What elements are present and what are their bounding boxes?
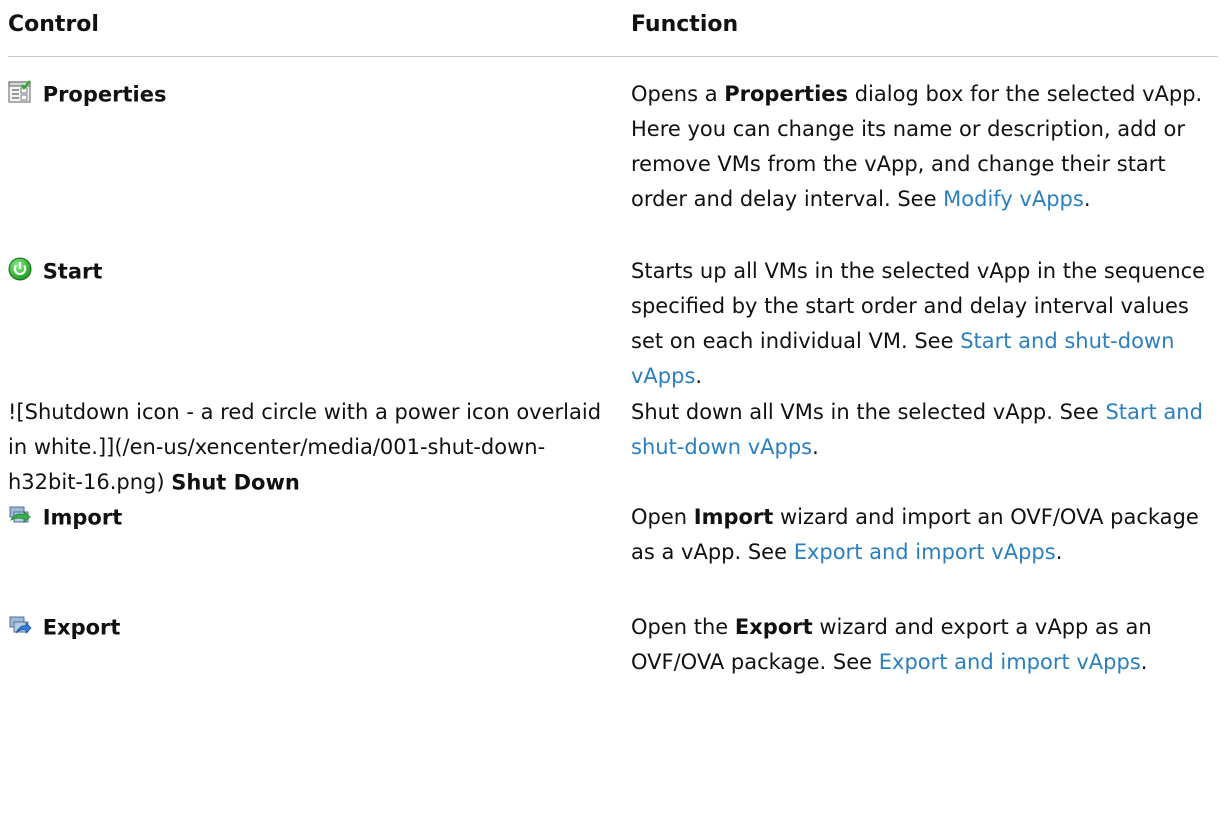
function-bold-text: Import xyxy=(693,505,774,529)
function-cell: Open Import wizard and import an OVF/OVA… xyxy=(631,500,1218,570)
function-bold-text: Properties xyxy=(724,82,849,106)
table-row: Export Open the Export wizard and export… xyxy=(8,582,1218,692)
function-text: . xyxy=(1083,187,1091,211)
control-cell: Export xyxy=(8,610,608,646)
control-cell: Import xyxy=(8,500,608,536)
controls-table: Control Function Properties Opens a Prop… xyxy=(8,0,1218,692)
start-power-icon xyxy=(8,257,32,281)
table-row: Properties Opens a Properties dialog box… xyxy=(8,57,1218,232)
import-icon xyxy=(8,503,32,527)
function-cell: Shut down all VMs in the selected vApp. … xyxy=(631,395,1218,465)
export-import-vapps-link[interactable]: Export and import vApps xyxy=(879,650,1141,674)
export-icon xyxy=(8,613,32,637)
table-row: Import Open Import wizard and import an … xyxy=(8,477,1218,582)
function-text: Shut down all VMs in the selected vApp. … xyxy=(631,400,1106,424)
table-row: Start Starts up all VMs in the selected … xyxy=(8,232,1218,388)
control-label: Export xyxy=(42,615,121,640)
function-text: Open xyxy=(631,505,694,529)
control-cell: Properties xyxy=(8,77,608,113)
modify-vapps-link[interactable]: Modify vApps xyxy=(943,187,1084,211)
control-label: Import xyxy=(42,505,123,530)
header-control: Control xyxy=(8,12,99,37)
function-cell: Opens a Properties dialog box for the se… xyxy=(631,77,1218,217)
properties-icon xyxy=(8,80,32,104)
control-cell: Start xyxy=(8,254,608,290)
function-text: . xyxy=(1140,650,1148,674)
header-function: Function xyxy=(631,12,739,37)
table-header: Control Function xyxy=(8,0,1218,57)
control-label: Start xyxy=(42,259,103,284)
function-bold-text: Export xyxy=(734,615,813,639)
table-row: ![Shutdown icon - a red circle with a po… xyxy=(8,372,1218,495)
function-text: . xyxy=(1055,540,1063,564)
function-text: . xyxy=(812,435,819,459)
function-text: Opens a xyxy=(631,82,725,106)
export-import-vapps-link[interactable]: Export and import vApps xyxy=(794,540,1056,564)
function-text: Open the xyxy=(631,615,735,639)
control-label: Properties xyxy=(42,82,167,107)
function-cell: Open the Export wizard and export a vApp… xyxy=(631,610,1218,680)
